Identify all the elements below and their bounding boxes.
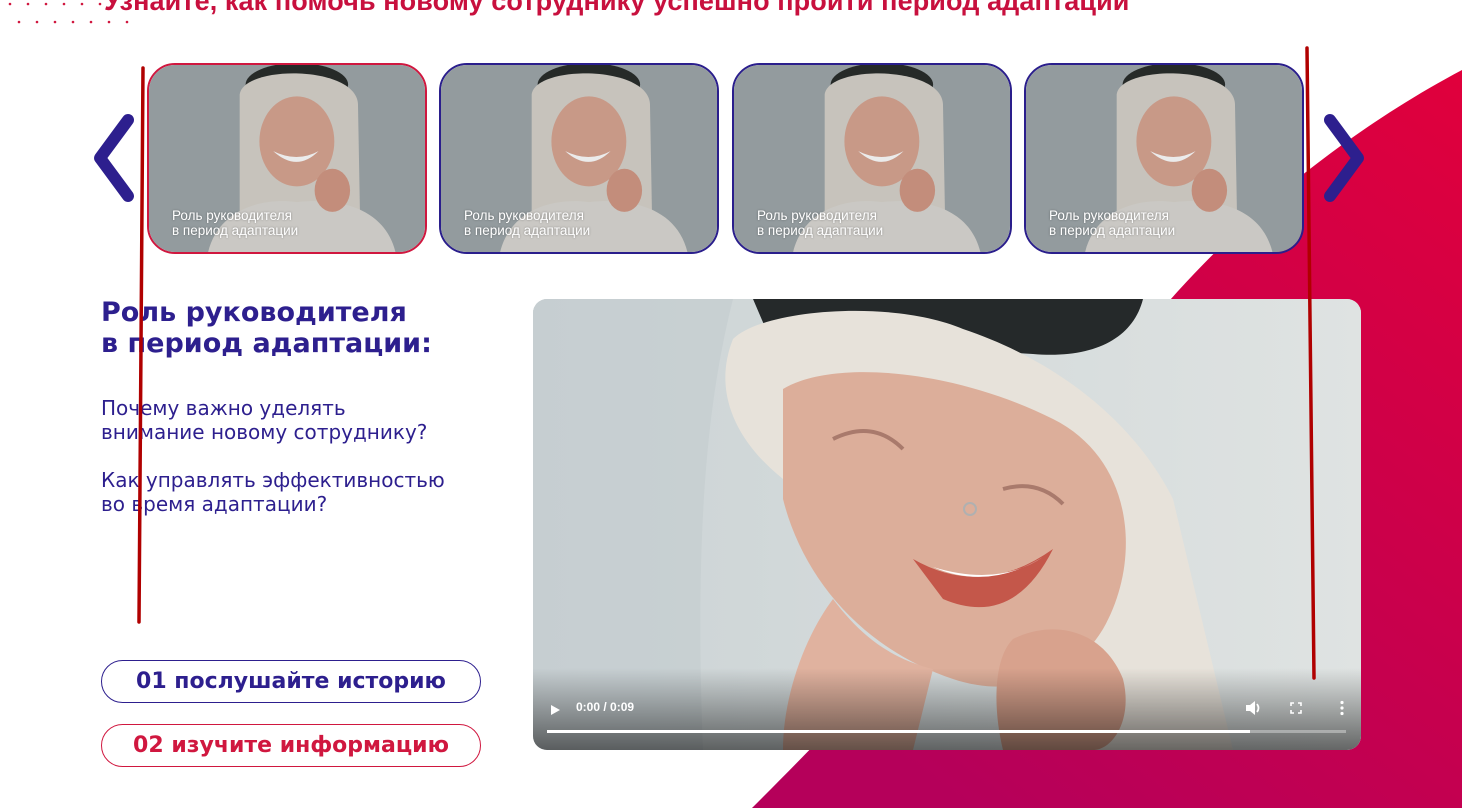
chevron-left-icon: [94, 114, 134, 202]
annotation-line-right: [1305, 46, 1316, 680]
annotation-line-left: [137, 66, 145, 624]
thumbnail-caption: Роль руководителя в период адаптации: [757, 208, 884, 238]
volume-button[interactable]: [1245, 700, 1263, 716]
time-display: 0:00 / 0:09: [576, 700, 635, 714]
video-controls: 0:00 / 0:09: [533, 668, 1361, 750]
chevron-right-icon: [1324, 114, 1364, 202]
fullscreen-button[interactable]: [1289, 701, 1303, 715]
page-headline: Узнайте, как помочь новому сотруднику ус…: [104, 0, 1130, 16]
carousel-prev-button[interactable]: [88, 112, 138, 204]
more-options-button[interactable]: [1339, 700, 1345, 716]
question-text: Как управлять эффективностью во время ад…: [101, 468, 445, 516]
carousel-next-button[interactable]: [1320, 112, 1370, 204]
thumbnail-caption: Роль руководителя в период адаптации: [1049, 208, 1176, 238]
section-title: Роль руководителя в период адаптации:: [101, 297, 432, 359]
fullscreen-icon: [1290, 702, 1302, 714]
question-text: Почему важно уделять внимание новому сот…: [101, 396, 428, 444]
more-vertical-icon: [1340, 700, 1344, 716]
carousel-item[interactable]: Роль руководителя в период адаптации: [439, 63, 719, 254]
volume-icon: [1246, 701, 1260, 715]
carousel-item[interactable]: Роль руководителя в период адаптации: [732, 63, 1012, 254]
thumbnail-caption: Роль руководителя в период адаптации: [172, 208, 299, 238]
play-button[interactable]: [548, 703, 562, 717]
video-progress-fill: [547, 730, 1251, 733]
carousel-item[interactable]: Роль руководителя в период адаптации: [147, 63, 427, 254]
study-info-button[interactable]: 02 изучите информацию: [101, 724, 481, 767]
video-progress-bar[interactable]: [547, 730, 1346, 733]
carousel-item[interactable]: Роль руководителя в период адаптации: [1024, 63, 1304, 254]
thumbnail-caption: Роль руководителя в период адаптации: [464, 208, 591, 238]
video-player[interactable]: 0:00 / 0:09: [533, 299, 1361, 750]
listen-story-button[interactable]: 01 послушайте историю: [101, 660, 481, 703]
play-icon: [551, 705, 560, 715]
